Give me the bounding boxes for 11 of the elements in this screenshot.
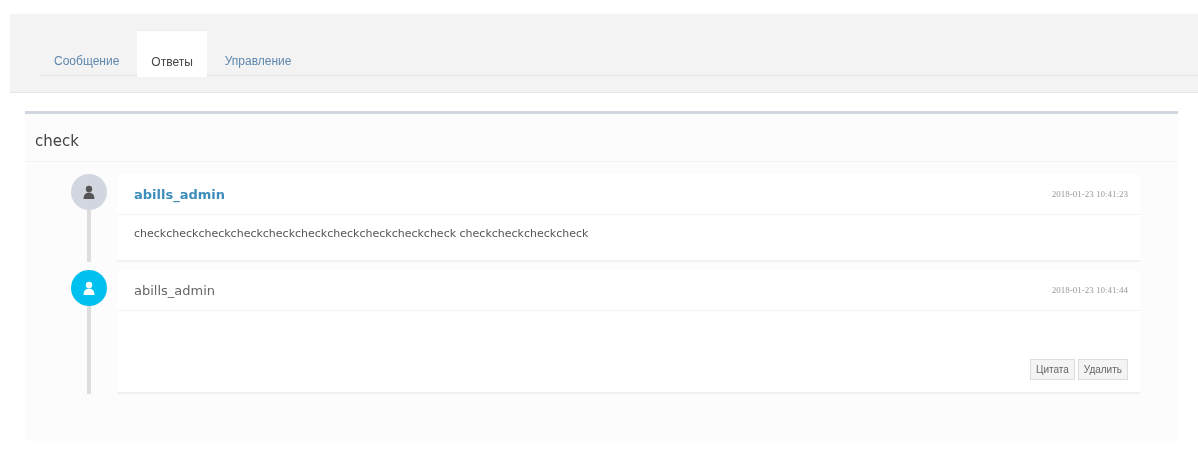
author-name: abills_admin (133, 282, 216, 298)
tab[interactable]: Управление (210, 30, 306, 77)
timestamp: 2018-01-23 10:41:44 (1051, 285, 1128, 295)
action-button[interactable]: Удалить (1077, 359, 1128, 380)
author-link[interactable]: abills_admin (117, 186, 226, 202)
tab[interactable]: Сообщение (40, 30, 134, 77)
subject-title: check (25, 114, 1178, 162)
reply-text: checkcheckcheckcheckcheckcheckcheckcheckcheckcheck checkcheckcheckcheck (133, 226, 590, 242)
timestamp: 2018-01-23 10:41:23 (1051, 189, 1128, 199)
action-button[interactable]: Цитата (1030, 359, 1075, 380)
tab[interactable]: Ответы (137, 30, 207, 77)
